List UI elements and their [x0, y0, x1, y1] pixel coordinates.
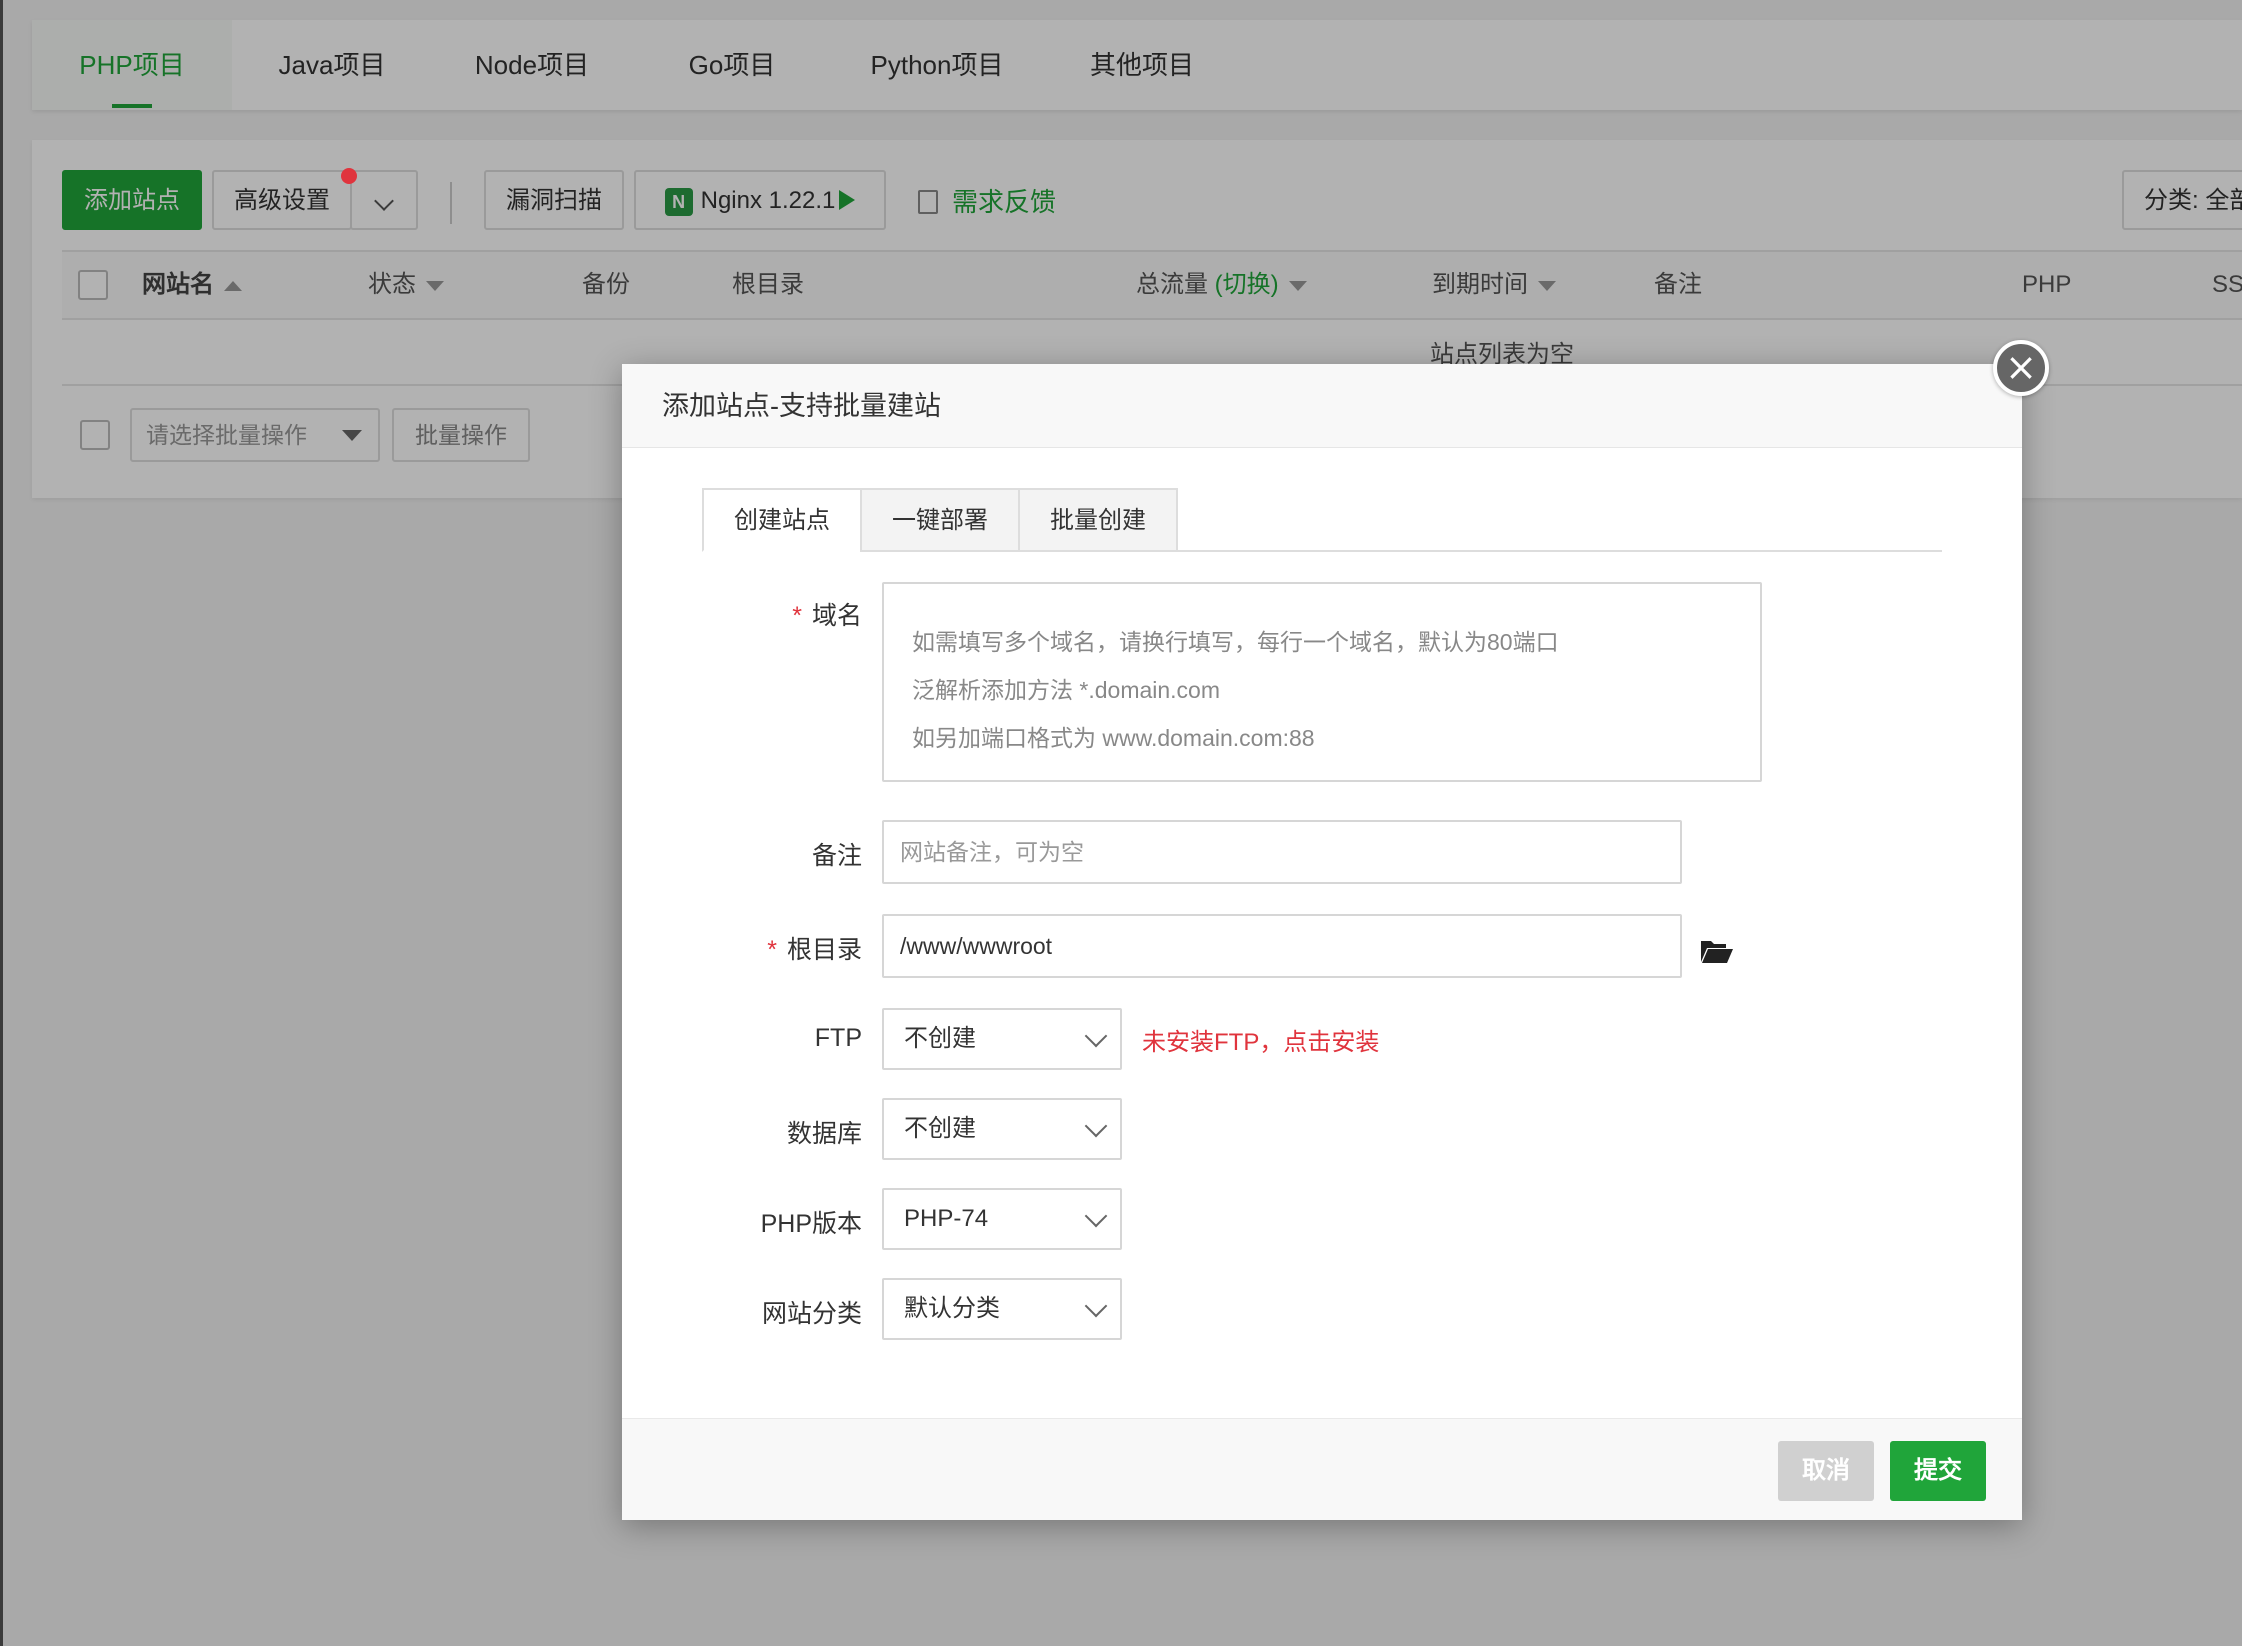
- tab-create-site[interactable]: 创建站点: [702, 488, 862, 552]
- database-select[interactable]: 不创建: [882, 1098, 1122, 1160]
- folder-open-icon[interactable]: [1700, 938, 1734, 964]
- domain-placeholder-line-3: 如另加端口格式为 www.domain.com:88: [912, 725, 1315, 751]
- remark-label: 备注: [811, 842, 862, 870]
- chevron-down-icon: [1084, 1024, 1108, 1048]
- ftp-install-link[interactable]: 未安装FTP，点击安装: [1142, 1022, 1379, 1057]
- ftp-label: FTP: [814, 1024, 862, 1052]
- chevron-down-icon: [1084, 1204, 1108, 1228]
- remark-input[interactable]: 网站备注，可为空: [882, 820, 1682, 884]
- ftp-select[interactable]: 不创建: [882, 1008, 1122, 1070]
- cancel-button[interactable]: 取消: [1778, 1441, 1874, 1501]
- close-icon[interactable]: ×: [1993, 340, 2049, 396]
- modal-title: 添加站点-支持批量建站: [622, 364, 2022, 448]
- php-version-select[interactable]: PHP-74: [882, 1188, 1122, 1250]
- domain-textarea[interactable]: 如需填写多个域名，请换行填写，每行一个域名，默认为80端口 泛解析添加方法 *.…: [882, 582, 1762, 782]
- modal-footer: 取消 提交: [622, 1418, 2022, 1520]
- domain-placeholder-line-2: 泛解析添加方法 *.domain.com: [912, 677, 1221, 703]
- domain-placeholder-line-1: 如需填写多个域名，请换行填写，每行一个域名，默认为80端口: [912, 629, 1559, 655]
- modal-tabs: 创建站点 一键部署 批量创建: [702, 488, 1942, 552]
- database-label: 数据库: [786, 1120, 862, 1148]
- chevron-down-icon: [1084, 1114, 1108, 1138]
- tab-one-click-deploy[interactable]: 一键部署: [860, 488, 1020, 552]
- tab-batch-create[interactable]: 批量创建: [1018, 488, 1178, 552]
- chevron-down-icon: [1084, 1294, 1108, 1318]
- root-input[interactable]: /www/wwwroot: [882, 914, 1682, 978]
- domain-label: * 域名: [792, 602, 862, 630]
- add-site-modal: 添加站点-支持批量建站 创建站点 一键部署 批量创建 * 域名 如需填写多个域名，…: [622, 364, 2022, 1520]
- notification-dot: [341, 168, 357, 184]
- site-category-label: 网站分类: [761, 1300, 862, 1328]
- root-label: * 根目录: [767, 936, 862, 964]
- site-category-select[interactable]: 默认分类: [882, 1278, 1122, 1340]
- submit-button[interactable]: 提交: [1890, 1441, 1986, 1501]
- php-version-label: PHP版本: [760, 1210, 862, 1238]
